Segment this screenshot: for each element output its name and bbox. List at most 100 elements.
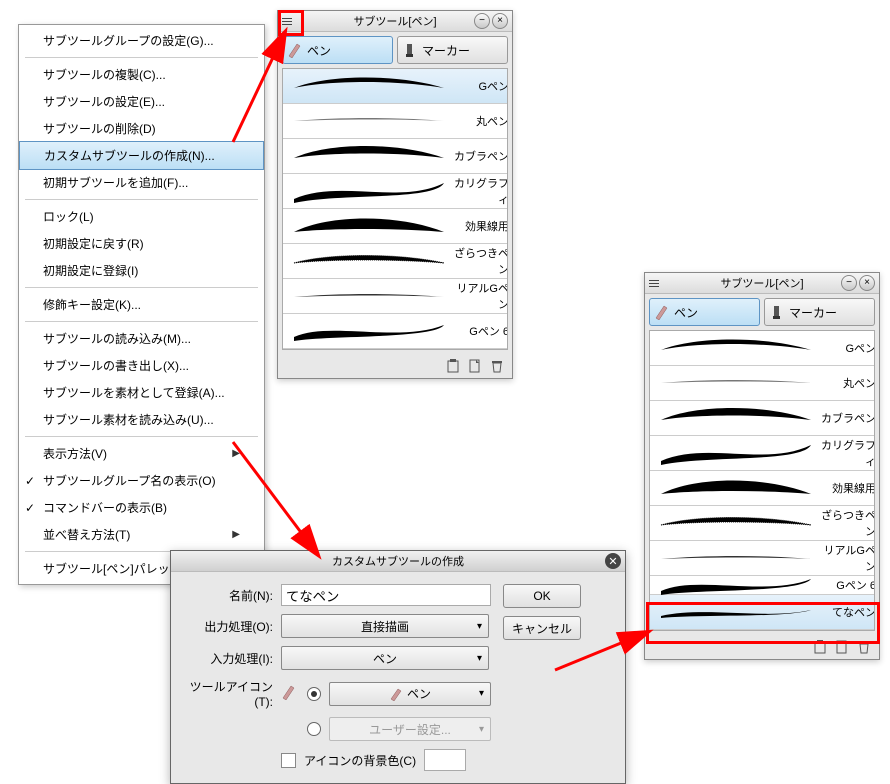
brush-item[interactable]: Gペン <box>650 331 874 366</box>
window-buttons: −× <box>474 13 508 29</box>
menu-item[interactable]: サブツールの複製(C)... <box>19 61 264 88</box>
trash-icon[interactable] <box>855 638 873 656</box>
close-icon[interactable]: × <box>859 275 875 291</box>
tab-pen[interactable]: ペン <box>282 36 393 64</box>
tab-label: ペン <box>307 42 331 59</box>
menu-separator <box>25 287 258 288</box>
brush-item[interactable]: 丸ペン <box>650 366 874 401</box>
menu-item-label: サブツールの複製(C)... <box>43 66 166 83</box>
menu-item[interactable]: ✓コマンドバーの表示(B) <box>19 494 264 521</box>
menu-item[interactable]: 修飾キー設定(K)... <box>19 291 264 318</box>
hamburger-icon[interactable] <box>649 276 663 290</box>
cancel-button[interactable]: キャンセル <box>503 616 581 640</box>
subtool-context-menu[interactable]: サブツールグループの設定(G)... サブツールの複製(C)... サブツールの設定… <box>18 24 265 585</box>
brush-item[interactable]: てなペン <box>650 595 874 630</box>
brush-item[interactable]: カリグラフィ <box>650 436 874 471</box>
menu-item[interactable]: サブツールの書き出し(X)... <box>19 352 264 379</box>
close-icon[interactable]: ✕ <box>605 553 621 569</box>
tab-bar: ペン マーカー <box>278 32 512 68</box>
clipboard-icon[interactable] <box>444 357 462 375</box>
ok-button[interactable]: OK <box>503 584 581 608</box>
brush-stroke-preview <box>656 401 816 435</box>
bgcolor-swatch[interactable] <box>424 749 466 771</box>
brush-name: Gペン <box>449 78 508 94</box>
brush-name: Gペン 6 <box>816 577 875 593</box>
menu-item-label: カスタムサブツールの作成(N)... <box>44 147 215 164</box>
menu-item[interactable]: サブツール素材を読み込み(U)... <box>19 406 264 433</box>
minimize-icon[interactable]: − <box>474 13 490 29</box>
menu-item[interactable]: 並べ替え方法(T)▶ <box>19 521 264 548</box>
brush-stroke-preview <box>656 471 816 505</box>
icon-radio-preset[interactable] <box>307 687 321 701</box>
menu-item-label: 初期設定に登録(I) <box>43 262 138 279</box>
marker-icon <box>769 304 785 320</box>
brush-name: Gペン <box>816 340 875 356</box>
brush-item[interactable]: ざらつきペン <box>283 244 507 279</box>
brush-item[interactable]: カブラペン <box>650 401 874 436</box>
brush-stroke-preview <box>289 139 449 173</box>
menu-item-label: サブツールの読み込み(M)... <box>43 330 191 347</box>
brush-name: カブラペン <box>449 148 508 164</box>
menu-item[interactable]: 初期サブツールを追加(F)... <box>19 169 264 196</box>
close-icon[interactable]: × <box>492 13 508 29</box>
brush-item[interactable]: ざらつきペン <box>650 506 874 541</box>
brush-name: 効果線用 <box>449 218 508 234</box>
new-page-icon[interactable] <box>833 638 851 656</box>
menu-item[interactable]: ロック(L) <box>19 203 264 230</box>
bgcolor-checkbox[interactable] <box>281 753 296 768</box>
user-settings-button[interactable]: ユーザー設定... <box>329 717 491 741</box>
brush-item[interactable]: リアルGペン <box>283 279 507 314</box>
menu-item[interactable]: サブツールグループの設定(G)... <box>19 27 264 54</box>
brush-item[interactable]: Gペン <box>283 69 507 104</box>
menu-separator <box>25 321 258 322</box>
custom-subtool-dialog: カスタムサブツールの作成 ✕ 名前(N): 出力処理(O): 直接描画 入力処理… <box>170 550 626 784</box>
minimize-icon[interactable]: − <box>841 275 857 291</box>
menu-item[interactable]: サブツールの読み込み(M)... <box>19 325 264 352</box>
menu-item[interactable]: サブツールの削除(D) <box>19 115 264 142</box>
menu-item[interactable]: 初期設定に登録(I) <box>19 257 264 284</box>
brush-name: カリグラフィ <box>449 175 508 207</box>
brush-item[interactable]: カリグラフィ <box>283 174 507 209</box>
window-buttons: −× <box>841 275 875 291</box>
icon-radio-user[interactable] <box>307 722 321 736</box>
clipboard-icon[interactable] <box>811 638 829 656</box>
brush-item[interactable]: 効果線用 <box>650 471 874 506</box>
menu-item[interactable]: サブツールを素材として登録(A)... <box>19 379 264 406</box>
check-icon: ✓ <box>25 501 35 515</box>
brush-item[interactable]: Gペン 6 <box>283 314 507 349</box>
menu-item[interactable]: 初期設定に戻す(R) <box>19 230 264 257</box>
brush-item[interactable]: Gペン 6 <box>650 576 874 595</box>
brush-name: リアルGペン <box>449 280 508 312</box>
panel-title: サブツール[ペン] <box>720 275 803 291</box>
menu-item[interactable]: 表示方法(V)▶ <box>19 440 264 467</box>
output-select[interactable]: 直接描画 <box>281 614 489 638</box>
trash-icon[interactable] <box>488 357 506 375</box>
input-select[interactable]: ペン <box>281 646 489 670</box>
hamburger-icon[interactable] <box>282 14 296 28</box>
tab-marker[interactable]: マーカー <box>397 36 508 64</box>
new-page-icon[interactable] <box>466 357 484 375</box>
icon-select[interactable]: ペン <box>329 682 491 706</box>
brush-item[interactable]: 丸ペン <box>283 104 507 139</box>
menu-item[interactable]: サブツールの設定(E)... <box>19 88 264 115</box>
brush-item[interactable]: カブラペン <box>283 139 507 174</box>
subtool-panel-a: サブツール[ペン] −× ペン マーカー Gペン丸ペンカブラペンカリグラフィ効果線用ざら… <box>277 10 513 379</box>
brush-item[interactable]: 効果線用 <box>283 209 507 244</box>
name-field[interactable] <box>281 584 491 606</box>
brush-stroke-preview <box>656 576 816 594</box>
tab-label: マーカー <box>422 42 470 59</box>
panel-bottombar <box>645 635 879 659</box>
brush-name: 丸ペン <box>449 113 508 129</box>
menu-item[interactable]: カスタムサブツールの作成(N)... <box>19 141 264 170</box>
menu-item[interactable]: ✓サブツールグループ名の表示(O) <box>19 467 264 494</box>
tab-marker[interactable]: マーカー <box>764 298 875 326</box>
panel-title: サブツール[ペン] <box>353 13 436 29</box>
brush-stroke-preview <box>656 366 816 400</box>
brush-stroke-preview <box>656 506 816 540</box>
brush-stroke-preview <box>289 314 449 348</box>
brush-stroke-preview <box>289 104 449 138</box>
tab-pen[interactable]: ペン <box>649 298 760 326</box>
menu-item-label: 修飾キー設定(K)... <box>43 296 141 313</box>
pen-icon <box>287 42 303 58</box>
menu-item-label: サブツールの設定(E)... <box>43 93 165 110</box>
